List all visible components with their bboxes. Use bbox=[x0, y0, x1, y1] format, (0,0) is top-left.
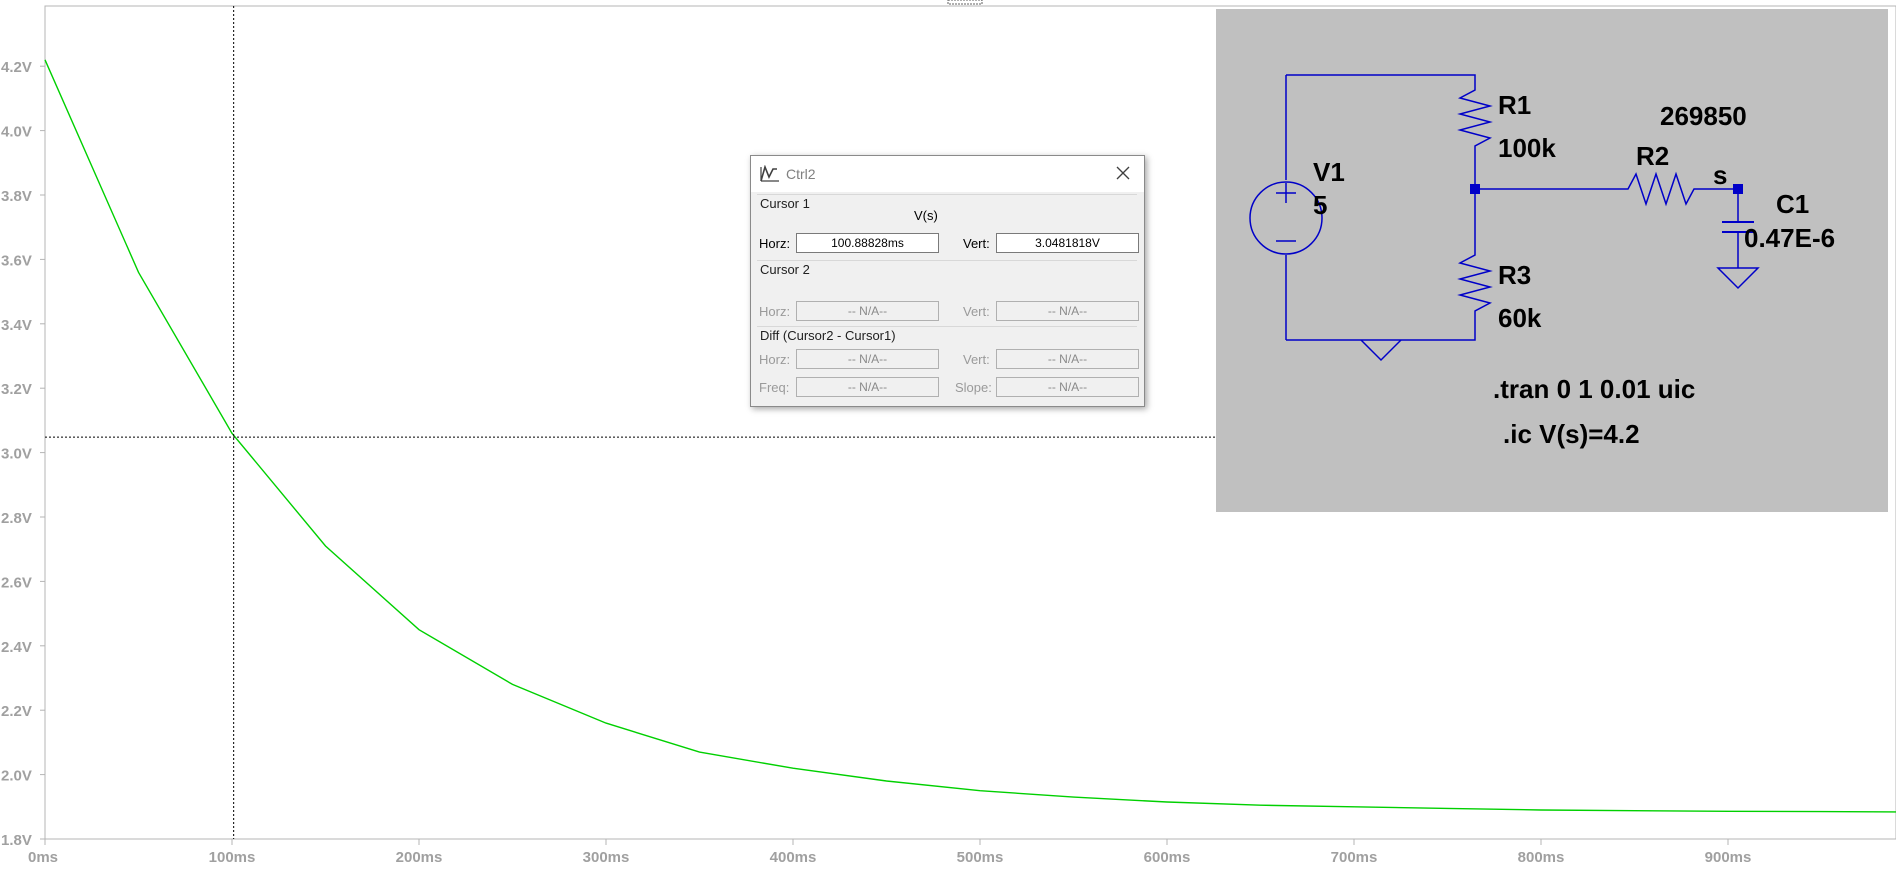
tran-directive[interactable]: .tran 0 1 0.01 uic bbox=[1493, 374, 1695, 404]
y-tick-label: 1.8V bbox=[1, 832, 32, 849]
cursor1-vert-field[interactable]: 3.0481818V bbox=[996, 233, 1139, 253]
cursor2-vert-field[interactable]: -- N/A-- bbox=[996, 301, 1139, 321]
cursor1-horz-label: Horz: bbox=[759, 236, 791, 251]
cursor2-vert-label: Vert: bbox=[963, 304, 990, 319]
y-tick-label: 3.8V bbox=[1, 188, 32, 205]
y-tick-label: 2.0V bbox=[1, 768, 32, 785]
waveform-plot[interactable]: 4.2V 4.0V 3.8V 3.6V 3.4V 3.2V 3.0V 2.8V 2.6V 2.4V… bbox=[0, 0, 1896, 880]
diff-group-label: Diff (Cursor2 - Cursor1) bbox=[760, 328, 896, 343]
y-tick-label: 2.8V bbox=[1, 510, 32, 527]
group-divider bbox=[757, 260, 1137, 261]
x-tick-label: 800ms bbox=[1518, 849, 1565, 866]
x-tick-label: 600ms bbox=[1144, 849, 1191, 866]
cursor2-horz-field[interactable]: -- N/A-- bbox=[796, 301, 939, 321]
cursor-control-dialog[interactable]: Ctrl2 Cursor 1 V(s) Horz: 100.88828ms Ve… bbox=[750, 155, 1145, 407]
cursor1-group-label: Cursor 1 bbox=[760, 196, 810, 211]
dialog-title: Ctrl2 bbox=[786, 166, 816, 182]
cursor1-vert-label: Vert: bbox=[963, 236, 990, 251]
diff-horz-field[interactable]: -- N/A-- bbox=[796, 349, 939, 369]
group-divider bbox=[757, 326, 1137, 327]
r1-name: R1 bbox=[1498, 90, 1531, 120]
diff-horz-label: Horz: bbox=[759, 352, 791, 367]
x-tick-label: 900ms bbox=[1705, 849, 1752, 866]
slope-label: Slope: bbox=[955, 380, 992, 395]
close-icon[interactable] bbox=[1112, 162, 1134, 184]
r3-value: 60k bbox=[1498, 303, 1542, 333]
freq-label: Freq: bbox=[759, 380, 790, 395]
diff-vert-label: Vert: bbox=[963, 352, 990, 367]
diff-vert-field[interactable]: -- N/A-- bbox=[996, 349, 1139, 369]
x-tick-label: 100ms bbox=[209, 849, 256, 866]
x-tick-label: 200ms bbox=[396, 849, 443, 866]
c1-name: C1 bbox=[1776, 189, 1809, 219]
cursor-handle-marker[interactable] bbox=[947, 0, 983, 5]
y-tick-label: 2.4V bbox=[1, 639, 32, 656]
schematic-panel: V1 5 R1 100k 269850 R2 s C1 0.47E-6 R3 6… bbox=[1216, 9, 1888, 512]
ic-directive[interactable]: .ic V(s)=4.2 bbox=[1503, 419, 1640, 449]
x-tick-label: 700ms bbox=[1331, 849, 1378, 866]
cursor2-horz-label: Horz: bbox=[759, 304, 791, 319]
junction-dot bbox=[1470, 184, 1480, 194]
v1-name: V1 bbox=[1313, 157, 1345, 187]
v1-value: 5 bbox=[1313, 190, 1327, 220]
freq-field[interactable]: -- N/A-- bbox=[796, 377, 939, 397]
r1-value: 100k bbox=[1498, 133, 1556, 163]
node-s-label: s bbox=[1713, 160, 1727, 190]
y-tick-label: 2.6V bbox=[1, 574, 32, 591]
r3-name: R3 bbox=[1498, 260, 1531, 290]
y-tick-label: 4.2V bbox=[1, 59, 32, 76]
y-tick-label: 3.6V bbox=[1, 252, 32, 269]
y-tick-label: 4.0V bbox=[1, 124, 32, 141]
node-s-dot bbox=[1733, 184, 1743, 194]
y-tick-label: 2.2V bbox=[1, 703, 32, 720]
y-tick-label: 3.2V bbox=[1, 381, 32, 398]
y-axis-ticks: 4.2V 4.0V 3.8V 3.6V 3.4V 3.2V 3.0V 2.8V 2.6V 2.4V… bbox=[1, 59, 45, 849]
r2-value: 269850 bbox=[1660, 101, 1747, 131]
x-tick-label: 0ms bbox=[28, 849, 58, 866]
x-tick-label: 400ms bbox=[770, 849, 817, 866]
ltspice-app-icon bbox=[760, 165, 779, 182]
x-tick-label: 300ms bbox=[583, 849, 630, 866]
cursor2-group-label: Cursor 2 bbox=[760, 262, 810, 277]
c1-value: 0.47E-6 bbox=[1744, 223, 1835, 253]
x-axis-ticks: 0ms 100ms 200ms 300ms 400ms 500ms 600ms 700ms 80… bbox=[28, 839, 1751, 866]
r2-name: R2 bbox=[1636, 141, 1669, 171]
cursor1-horz-field[interactable]: 100.88828ms bbox=[796, 233, 939, 253]
y-tick-label: 3.0V bbox=[1, 446, 32, 463]
y-tick-label: 3.4V bbox=[1, 317, 32, 334]
slope-field[interactable]: -- N/A-- bbox=[996, 377, 1139, 397]
group-divider bbox=[757, 194, 1137, 195]
trace-name-label: V(s) bbox=[914, 208, 938, 223]
dialog-titlebar[interactable]: Ctrl2 bbox=[751, 156, 1144, 192]
x-tick-label: 500ms bbox=[957, 849, 1004, 866]
